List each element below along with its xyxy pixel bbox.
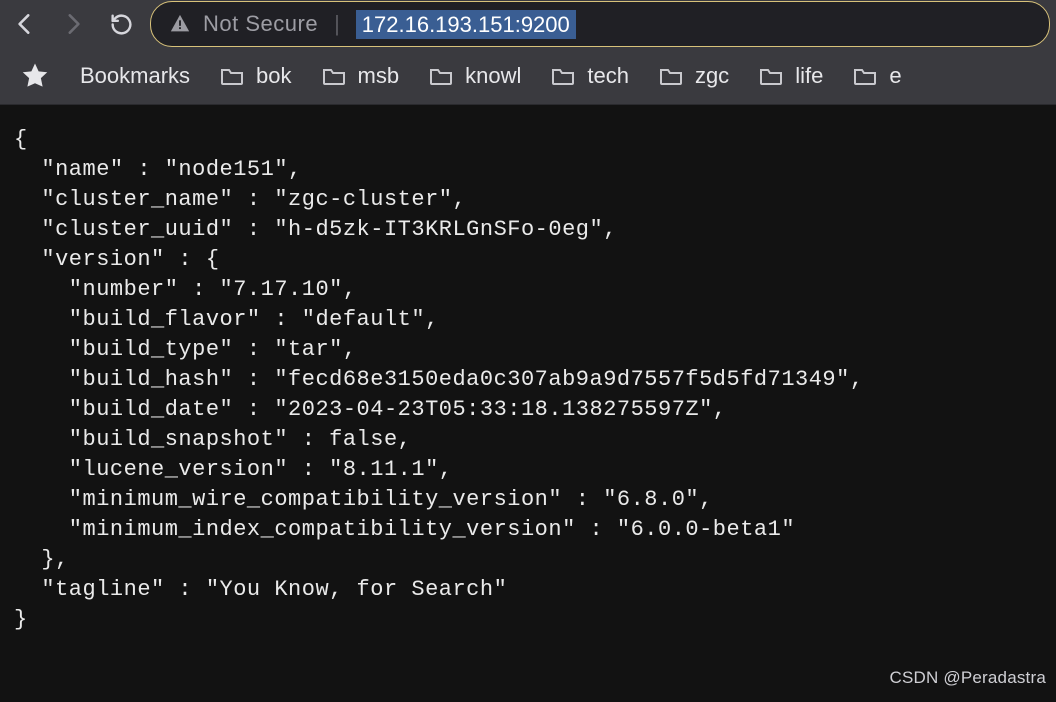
reload-button[interactable]: [102, 5, 140, 43]
json-line: {: [14, 127, 28, 152]
json-line: "minimum_wire_compatibility_version" : "…: [14, 487, 713, 512]
json-line: "build_snapshot" : false,: [14, 427, 411, 452]
bookmark-folder-label: bok: [256, 63, 291, 89]
reload-icon: [109, 12, 134, 37]
bookmark-folder-label: e: [889, 63, 901, 89]
json-line: "cluster_uuid" : "h-d5zk-IT3KRLGnSFo-0eg…: [14, 217, 617, 242]
star-icon[interactable]: [20, 61, 50, 91]
bookmark-folder-life[interactable]: life: [759, 63, 823, 89]
bookmark-folder-zgc[interactable]: zgc: [659, 63, 729, 89]
folder-icon: [853, 66, 877, 86]
bookmark-folder-label: msb: [358, 63, 400, 89]
json-line: "name" : "node151",: [14, 157, 302, 182]
bookmark-folder-label: knowl: [465, 63, 521, 89]
json-line: "minimum_index_compatibility_version" : …: [14, 517, 795, 542]
folder-icon: [759, 66, 783, 86]
json-line: "build_date" : "2023-04-23T05:33:18.1382…: [14, 397, 727, 422]
bookmark-folder-label: life: [795, 63, 823, 89]
forward-button[interactable]: [54, 5, 92, 43]
bookmark-folder-e[interactable]: e: [853, 63, 901, 89]
arrow-right-icon: [60, 11, 86, 37]
json-line: "number" : "7.17.10",: [14, 277, 357, 302]
folder-icon: [220, 66, 244, 86]
url-text: 172.16.193.151:9200: [356, 10, 576, 39]
json-line: "build_hash" : "fecd68e3150eda0c307ab9a9…: [14, 367, 864, 392]
back-button[interactable]: [6, 5, 44, 43]
json-line: },: [14, 547, 69, 572]
bookmarks-label[interactable]: Bookmarks: [80, 63, 190, 89]
watermark: CSDN @Peradastra: [889, 663, 1046, 693]
arrow-left-icon: [12, 11, 38, 37]
bookmark-folder-msb[interactable]: msb: [322, 63, 400, 89]
bookmark-folder-label: tech: [587, 63, 629, 89]
json-line: "lucene_version" : "8.11.1",: [14, 457, 452, 482]
json-line: "build_type" : "tar",: [14, 337, 357, 362]
folder-icon: [551, 66, 575, 86]
page-content: { "name" : "node151", "cluster_name" : "…: [0, 105, 1056, 702]
bookmark-folder-bok[interactable]: bok: [220, 63, 291, 89]
bookmark-folder-label: zgc: [695, 63, 729, 89]
json-line: "cluster_name" : "zgc-cluster",: [14, 187, 466, 212]
separator-pipe: |: [334, 11, 340, 37]
bookmark-folder-tech[interactable]: tech: [551, 63, 629, 89]
json-line: "version" : {: [14, 247, 220, 272]
json-line: "tagline" : "You Know, for Search": [14, 577, 507, 602]
address-bar[interactable]: Not Secure | 172.16.193.151:9200: [150, 1, 1050, 47]
bookmarks-bar: Bookmarks bok msb knowl tech zgc life e: [0, 48, 1056, 105]
folder-icon: [429, 66, 453, 86]
not-secure-label: Not Secure: [203, 11, 318, 37]
browser-toolbar: Not Secure | 172.16.193.151:9200: [0, 0, 1056, 48]
bookmark-folder-knowl[interactable]: knowl: [429, 63, 521, 89]
folder-icon: [322, 66, 346, 86]
json-line: "build_flavor" : "default",: [14, 307, 439, 332]
json-line: }: [14, 607, 28, 632]
warning-triangle-icon: [169, 13, 191, 35]
folder-icon: [659, 66, 683, 86]
